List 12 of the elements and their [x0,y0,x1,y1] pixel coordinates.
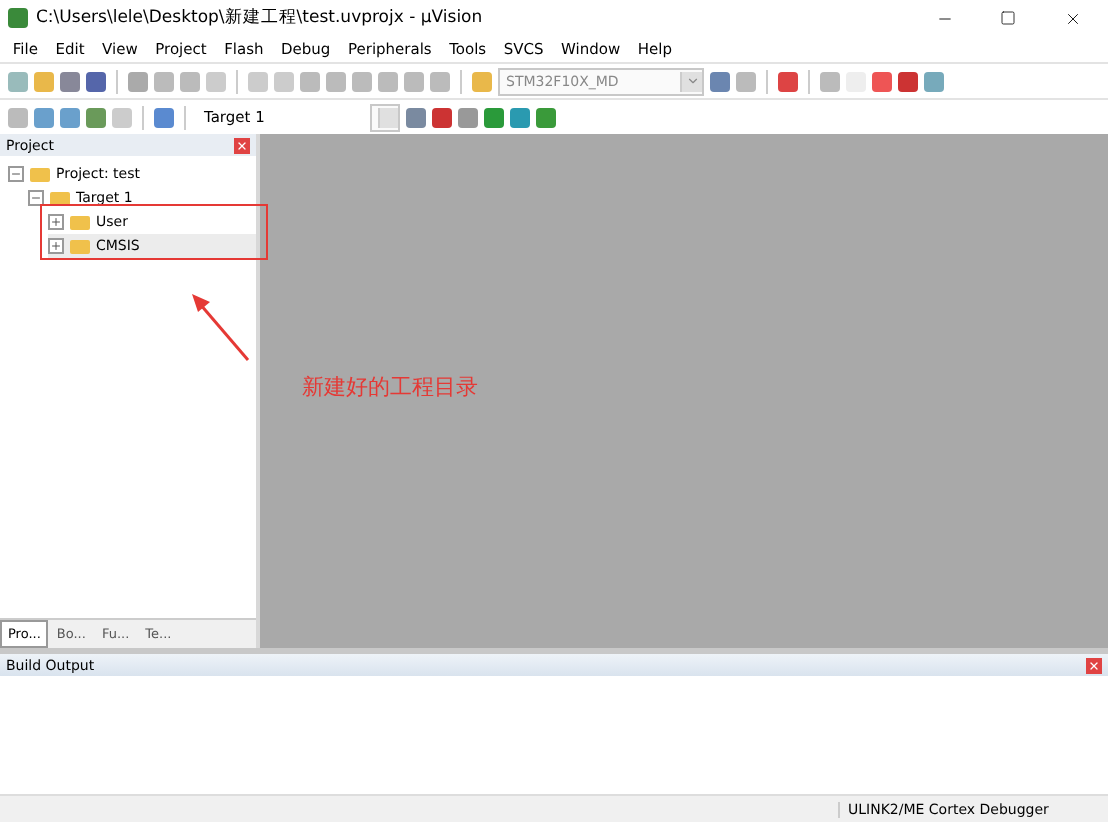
collapse-icon[interactable] [28,190,44,206]
expand-icon[interactable] [48,214,64,230]
expand-icon[interactable] [48,238,64,254]
close-icon[interactable] [1063,9,1081,27]
toolbar-icon[interactable] [778,71,798,91]
maximize-icon[interactable] [1000,10,1016,26]
collapse-icon[interactable] [8,166,24,182]
app-icon [8,8,28,28]
window-title: C:\Users\lele\Desktop\新建工程\test.uvprojx - µVision [36,6,485,30]
caret-icon[interactable] [685,74,699,88]
target-dropdown[interactable] [370,103,400,131]
annotation-text: 新建好的工程目录 [302,372,478,402]
